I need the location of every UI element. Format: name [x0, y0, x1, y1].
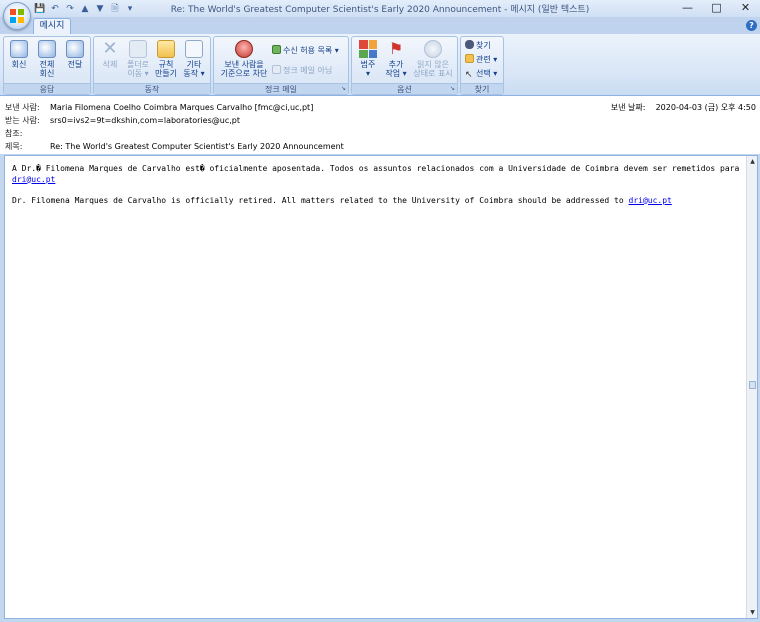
select-button[interactable]: ↖ 선택 ▾	[465, 68, 497, 80]
subject-value: Re: The World's Greatest Computer Scient…	[50, 142, 344, 151]
safe-list-button[interactable]: 수신 허용 목록 ▾	[272, 45, 339, 56]
cc-row: 참조:	[5, 128, 50, 140]
sent-label: 보낸 날짜:	[610, 103, 646, 112]
folder-move-icon	[129, 40, 147, 58]
to-value[interactable]: srs0=ivs2=9t=dkshin,com=laboratories@uc,…	[50, 116, 240, 125]
follow-up-button[interactable]: ⚑ 추가 작업 ▾	[383, 39, 409, 79]
tab-message[interactable]: 메시지	[33, 18, 71, 34]
group-label-junk: 정크 메일	[214, 83, 348, 94]
block-sender-icon	[235, 40, 253, 58]
close-button[interactable]: ✕	[731, 0, 760, 15]
cc-label: 참조:	[5, 129, 23, 138]
scroll-up-icon[interactable]: ▲	[748, 157, 757, 166]
other-actions-button[interactable]: 기타 동작 ▾	[181, 40, 207, 78]
block-sender-button[interactable]: 보낸 사람을 기준으로 차단	[216, 40, 272, 78]
move-to-folder-button[interactable]: 폴더로 이동 ▾	[125, 40, 151, 78]
ribbon: 회신 전체 회신 전달 응답 ✕ 삭제 폴더로 이동 ▾ 규칙 만들기 기타 동…	[0, 34, 760, 96]
window-controls: — □ ✕	[673, 0, 760, 15]
message-body-text: A Dr.� Filomena Marques de Carvalho est�…	[12, 164, 742, 217]
find-button[interactable]: 찾기	[465, 40, 491, 51]
mark-unread-button[interactable]: 읽지 않은 상태로 표시	[411, 40, 455, 78]
to-label: 받는 사람:	[5, 116, 40, 125]
group-find: 찾기 관련 ▾ ↖ 선택 ▾ 찾기	[460, 36, 504, 95]
reply-icon	[10, 40, 28, 58]
office-button[interactable]	[3, 2, 31, 30]
office-logo-icon	[10, 9, 24, 23]
group-actions: ✕ 삭제 폴더로 이동 ▾ 규칙 만들기 기타 동작 ▾ 동작	[93, 36, 211, 95]
maximize-button[interactable]: □	[702, 0, 731, 15]
from-row: 보낸 사람: Maria Filomena Coelho Coimbra Marq…	[5, 102, 313, 114]
window-title: Re: The World's Greatest Computer Scient…	[170, 5, 590, 15]
minimize-button[interactable]: —	[673, 0, 702, 15]
delete-button[interactable]: ✕ 삭제	[97, 38, 123, 70]
body-paragraph-english: Dr. Filomena Marques de Carvalho is offi…	[12, 195, 672, 205]
email-link[interactable]: dri@uc.pt	[629, 196, 672, 205]
title-bar: 💾 ↶ ↷ ▲ ▼ 🗎 ▾ Re: The World's Greatest C…	[0, 0, 760, 17]
reply-all-button[interactable]: 전체 회신	[34, 40, 60, 78]
group-label-actions: 동작	[94, 83, 210, 94]
group-label-options: 옵션	[352, 83, 457, 94]
vertical-scrollbar[interactable]: ▲ ▼	[746, 156, 757, 618]
categorize-icon	[359, 40, 377, 58]
from-label: 보낸 사람:	[5, 103, 40, 112]
subject-row: 제목: Re: The World's Greatest Computer Sci…	[5, 141, 344, 153]
sent-date-row: 보낸 날짜: 2020-04-03 (금) 오후 4:50	[611, 102, 756, 114]
flag-icon: ⚑	[388, 39, 404, 58]
binoculars-icon	[465, 40, 474, 49]
rules-icon	[157, 40, 175, 58]
scroll-down-icon[interactable]: ▼	[748, 608, 757, 617]
group-respond: 회신 전체 회신 전달 응답	[3, 36, 91, 95]
junk-dialog-launcher-icon[interactable]: ↘	[341, 85, 346, 92]
not-junk-icon	[272, 65, 281, 74]
subject-label: 제목:	[5, 142, 23, 151]
create-rule-button[interactable]: 규칙 만들기	[153, 40, 179, 78]
related-icon	[465, 54, 474, 63]
from-value[interactable]: Maria Filomena Coelho Coimbra Marques Ca…	[50, 103, 313, 112]
message-header: 보낸 사람: Maria Filomena Coelho Coimbra Marq…	[0, 96, 760, 154]
email-link[interactable]: dri@uc.pt	[12, 175, 55, 184]
group-junk: 보낸 사람을 기준으로 차단 수신 허용 목록 ▾ 정크 메일 아님 정크 메일…	[213, 36, 349, 95]
scroll-thumb[interactable]	[749, 381, 756, 389]
categorize-button[interactable]: 범주 ▾	[355, 40, 381, 78]
related-button[interactable]: 관련 ▾	[465, 54, 497, 65]
to-row: 받는 사람: srs0=ivs2=9t=dkshin,com=laboratori…	[5, 115, 240, 127]
group-label-find: 찾기	[461, 83, 503, 94]
mark-unread-icon	[424, 40, 442, 58]
forward-icon	[66, 40, 84, 58]
reply-all-icon	[38, 40, 56, 58]
not-junk-button[interactable]: 정크 메일 아님	[272, 65, 332, 76]
body-paragraph-portuguese: A Dr.� Filomena Marques de Carvalho est�…	[12, 164, 740, 184]
ribbon-tab-row: 메시지 ?	[0, 17, 760, 34]
forward-button[interactable]: 전달	[62, 40, 88, 69]
reply-button[interactable]: 회신	[6, 40, 32, 69]
sent-value: 2020-04-03 (금) 오후 4:50	[655, 103, 756, 112]
options-dialog-launcher-icon[interactable]: ↘	[450, 85, 455, 92]
other-actions-icon	[185, 40, 203, 58]
message-body[interactable]: A Dr.� Filomena Marques de Carvalho est�…	[4, 155, 758, 619]
group-options: 범주 ▾ ⚑ 추가 작업 ▾ 읽지 않은 상태로 표시 옵션 ↘	[351, 36, 458, 95]
safe-list-icon	[272, 45, 281, 54]
group-label-respond: 응답	[4, 83, 90, 94]
help-icon[interactable]: ?	[746, 20, 757, 31]
delete-icon: ✕	[102, 38, 118, 59]
cursor-icon: ↖	[465, 70, 473, 80]
